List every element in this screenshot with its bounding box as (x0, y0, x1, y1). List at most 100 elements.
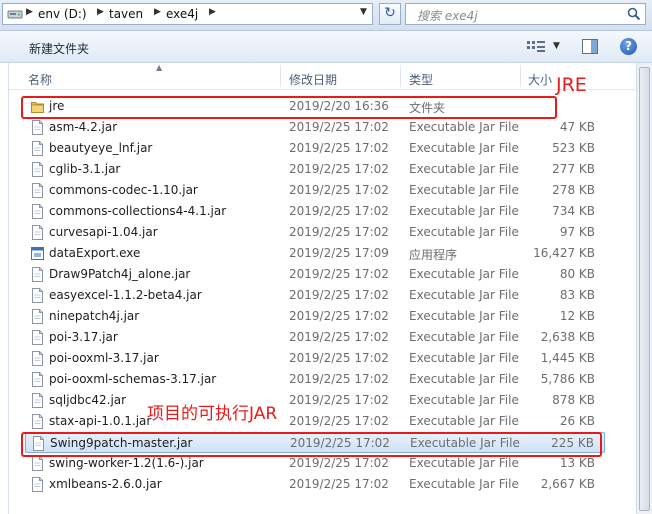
file-row[interactable]: xmlbeans-2.6.0.jar 2019/2/25 17:02 Executa… (25, 474, 605, 495)
jar-file-icon (32, 477, 43, 492)
file-type: 应用程序 (409, 248, 458, 262)
address-bar: ▶ env (D:) ▶ taven ▶ exe4j ▶ ▼ ↻ 搜索 exe4… (0, 0, 652, 31)
breadcrumb[interactable]: ▶ env (D:) ▶ taven ▶ exe4j ▶ ▼ (2, 3, 373, 25)
file-row[interactable]: commons-collections4-4.1.jar 2019/2/25 17… (25, 201, 605, 222)
file-row[interactable]: asm-4.2.jar 2019/2/25 17:02 Executable Jar… (25, 117, 605, 138)
command-bar: 新建文件夹 ▼ ? (0, 31, 652, 63)
file-size: 2,667 KB (540, 477, 595, 491)
chevron-right-icon[interactable]: ▶ (26, 7, 33, 17)
column-type[interactable]: 类型 (409, 71, 433, 88)
column-divider[interactable] (400, 65, 401, 87)
file-row[interactable]: commons-codec-1.10.jar 2019/2/25 17:02 Exe… (25, 180, 605, 201)
view-dropdown-icon[interactable]: ▼ (553, 41, 560, 51)
chevron-right-icon[interactable]: ▶ (97, 7, 104, 17)
view-options-icon[interactable] (527, 40, 545, 53)
jar-file-icon (32, 309, 43, 324)
scrollbar-thumb[interactable] (639, 67, 650, 511)
file-type: Executable Jar File (409, 162, 519, 176)
file-date: 2019/2/25 17:02 (289, 225, 389, 239)
file-size: 16,427 KB (533, 246, 595, 260)
column-date[interactable]: 修改日期 (289, 71, 337, 88)
file-row[interactable]: cglib-3.1.jar 2019/2/25 17:02 Executable J… (25, 159, 605, 180)
file-row[interactable]: poi-ooxml-3.17.jar 2019/2/25 17:02 Executa… (25, 348, 605, 369)
file-size: 878 KB (552, 393, 595, 407)
file-row[interactable]: sqljdbc42.jar 2019/2/25 17:02 Executable J… (25, 390, 605, 411)
refresh-button[interactable]: ↻ (379, 3, 401, 25)
file-date: 2019/2/25 17:02 (289, 456, 389, 470)
sort-ascending-icon: ▲ (156, 63, 163, 72)
file-date: 2019/2/25 17:02 (289, 267, 389, 281)
file-size: 278 KB (552, 183, 595, 197)
file-size: 80 KB (559, 267, 595, 281)
file-row[interactable]: beautyeye_lnf.jar 2019/2/25 17:02 Executab… (25, 138, 605, 159)
file-name: Draw9Patch4j_alone.jar (49, 267, 191, 281)
file-row[interactable]: poi-ooxml-schemas-3.17.jar 2019/2/25 17:0… (25, 369, 605, 390)
file-name: poi-ooxml-3.17.jar (49, 351, 159, 365)
jar-file-icon (32, 393, 43, 408)
jar-file-icon (32, 225, 43, 240)
help-icon[interactable]: ? (620, 38, 637, 55)
jar-file-icon (32, 204, 43, 219)
file-type: Executable Jar File (409, 288, 519, 302)
file-type: Executable Jar File (409, 414, 519, 428)
column-name[interactable]: 名称 (28, 71, 52, 88)
navigation-pane (0, 63, 9, 514)
file-name: stax-api-1.0.1.jar (49, 414, 152, 428)
file-size: 277 KB (552, 162, 595, 176)
file-type: Executable Jar File (409, 477, 519, 491)
file-size: 2,638 KB (540, 330, 595, 344)
file-type: Executable Jar File (409, 330, 519, 344)
jar-file-icon (32, 288, 43, 303)
file-date: 2019/2/25 17:02 (289, 309, 389, 323)
file-name: cglib-3.1.jar (49, 162, 121, 176)
jre-highlight-box (21, 96, 557, 119)
refresh-icon: ↻ (384, 5, 396, 21)
file-type: Executable Jar File (409, 351, 519, 365)
file-row[interactable]: ninepatch4j.jar 2019/2/25 17:02 Executable… (25, 306, 605, 327)
file-size: 1,445 KB (540, 351, 595, 365)
jar-annotation-label: 项目的可执行JAR (147, 404, 278, 424)
file-size: 26 KB (559, 414, 595, 428)
column-size[interactable]: 大小 (528, 71, 552, 88)
file-date: 2019/2/25 17:02 (289, 183, 389, 197)
new-folder-button[interactable]: 新建文件夹 (29, 40, 89, 57)
chevron-right-icon[interactable]: ▶ (209, 7, 216, 17)
file-row[interactable]: easyexcel-1.1.2-beta4.jar 2019/2/25 17:02… (25, 285, 605, 306)
jar-file-icon (32, 120, 43, 135)
file-type: Executable Jar File (409, 204, 519, 218)
column-divider[interactable] (520, 65, 521, 87)
breadcrumb-item-drive[interactable]: env (D:) (38, 7, 87, 21)
chevron-right-icon[interactable]: ▶ (154, 7, 161, 17)
file-size: 97 KB (559, 225, 595, 239)
file-row[interactable]: poi-3.17.jar 2019/2/25 17:02 Executable Ja… (25, 327, 605, 348)
file-row[interactable]: dataExport.exe 2019/2/25 17:09 应用程序 16,427 … (25, 243, 605, 264)
jar-file-icon (32, 141, 43, 156)
vertical-scrollbar[interactable] (636, 63, 652, 514)
column-divider[interactable] (280, 65, 281, 87)
search-icon[interactable] (627, 7, 641, 21)
file-date: 2019/2/25 17:02 (289, 330, 389, 344)
file-name: xmlbeans-2.6.0.jar (49, 477, 162, 491)
jre-annotation-label: JRE (556, 74, 587, 96)
file-row[interactable]: curvesapi-1.04.jar 2019/2/25 17:02 Executa… (25, 222, 605, 243)
file-name: poi-ooxml-schemas-3.17.jar (49, 372, 217, 386)
file-row[interactable]: stax-api-1.0.1.jar 2019/2/25 17:02 Executa… (25, 411, 605, 432)
file-date: 2019/2/25 17:02 (289, 414, 389, 428)
search-input[interactable]: 搜索 exe4j (405, 3, 646, 25)
file-type: Executable Jar File (409, 456, 519, 470)
preview-pane-icon[interactable] (582, 39, 598, 54)
file-type: Executable Jar File (409, 267, 519, 281)
breadcrumb-item-taven[interactable]: taven (109, 7, 143, 21)
file-size: 47 KB (559, 120, 595, 134)
jar-file-icon (32, 330, 43, 345)
file-type: Executable Jar File (409, 225, 519, 239)
file-size: 523 KB (552, 141, 595, 155)
file-name: asm-4.2.jar (49, 120, 118, 134)
file-type: Executable Jar File (409, 141, 519, 155)
address-dropdown-icon[interactable]: ▼ (360, 7, 367, 17)
breadcrumb-item-exe4j[interactable]: exe4j (166, 7, 198, 21)
file-row[interactable]: Draw9Patch4j_alone.jar 2019/2/25 17:02 Exe… (25, 264, 605, 285)
file-size: 12 KB (559, 309, 595, 323)
jar-file-icon (32, 414, 43, 429)
file-type: Executable Jar File (409, 120, 519, 134)
